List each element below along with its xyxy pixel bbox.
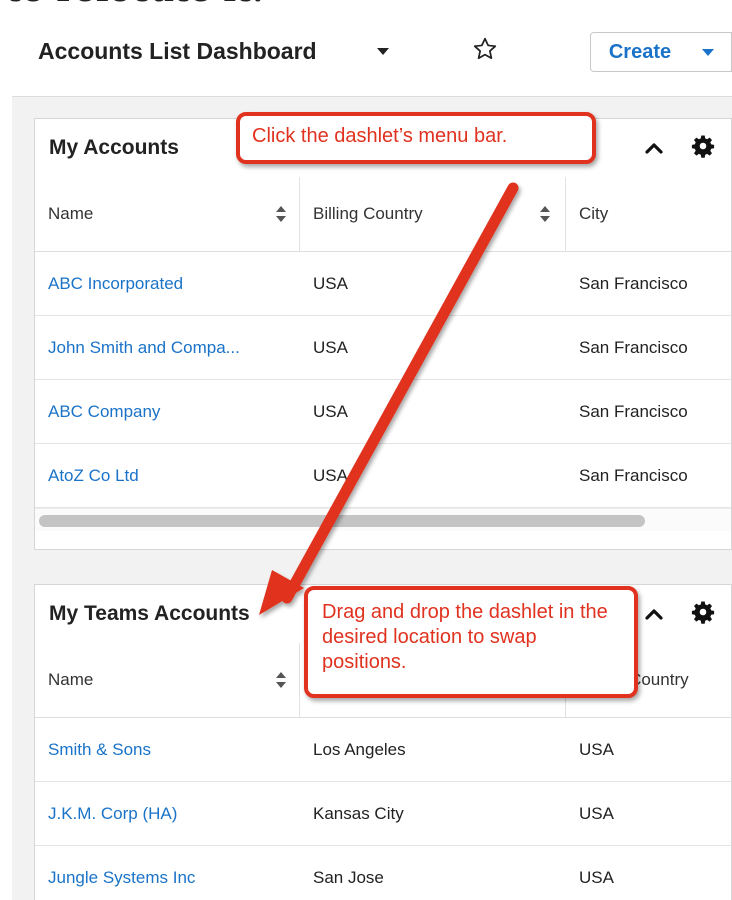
table-row[interactable]: Smith & Sons Los Angeles USA <box>35 718 731 782</box>
column-header-name[interactable]: Name <box>35 177 297 251</box>
table-row[interactable]: AtoZ Co Ltd USA San Francisco <box>35 444 731 508</box>
horizontal-scrollbar[interactable] <box>35 508 731 531</box>
dashlet-title: My Accounts <box>49 136 179 159</box>
star-outline-icon[interactable] <box>472 36 498 62</box>
account-name-link[interactable]: J.K.M. Corp (HA) <box>35 782 300 845</box>
city-cell: Los Angeles <box>313 739 406 759</box>
account-name-link[interactable]: John Smith and Compa... <box>35 316 300 379</box>
account-name-link[interactable]: ABC Company <box>35 380 300 443</box>
account-name-link[interactable]: AtoZ Co Ltd <box>35 444 300 507</box>
city-cell: Kansas City <box>313 803 404 823</box>
dashlet-title: My Teams Accounts <box>49 602 250 625</box>
gear-icon[interactable] <box>691 600 715 624</box>
sort-icon[interactable] <box>275 204 287 224</box>
gear-icon[interactable] <box>691 134 715 158</box>
column-header-name[interactable]: Name <box>35 643 297 717</box>
annotation-callout-drag-drop: Drag and drop the dashlet in the desired… <box>304 586 638 698</box>
city-cell: San Jose <box>313 867 384 887</box>
account-name-link[interactable]: Jungle Systems Inc <box>35 846 300 900</box>
table-row[interactable]: J.K.M. Corp (HA) Kansas City USA <box>35 782 731 846</box>
sort-icon[interactable] <box>539 204 551 224</box>
dashlet-my-accounts[interactable]: My Accounts Name Billing Country City AB… <box>34 118 732 550</box>
account-name-link[interactable]: Smith & Sons <box>35 718 300 781</box>
chevron-up-icon[interactable] <box>643 137 665 159</box>
table-row[interactable]: Jungle Systems Inc San Jose USA <box>35 846 731 900</box>
create-dropdown-button[interactable] <box>689 32 732 72</box>
city-cell: San Francisco <box>579 401 688 421</box>
table-row[interactable]: ABC Incorporated USA San Francisco <box>35 252 731 316</box>
scrollbar-thumb[interactable] <box>39 515 645 527</box>
annotation-callout-menu-bar: Click the dashlet’s menu bar. <box>236 112 596 164</box>
table-row[interactable]: ABC Company USA San Francisco <box>35 380 731 444</box>
billing-country-cell: USA <box>579 739 614 759</box>
sort-icon[interactable] <box>275 670 287 690</box>
billing-country-cell: USA <box>579 867 614 887</box>
billing-country-cell: USA <box>313 273 348 293</box>
city-cell: San Francisco <box>579 465 688 485</box>
billing-country-cell: USA <box>313 401 348 421</box>
city-cell: San Francisco <box>579 273 688 293</box>
create-button[interactable]: Create <box>590 32 690 72</box>
caret-down-icon[interactable] <box>377 48 389 55</box>
table-row[interactable]: John Smith and Compa... USA San Francisc… <box>35 316 731 380</box>
caret-down-icon <box>702 49 714 56</box>
dashboard-title[interactable]: Accounts List Dashboard <box>38 38 317 65</box>
column-header-city[interactable]: City <box>566 177 731 251</box>
billing-country-cell: USA <box>579 803 614 823</box>
billing-country-cell: USA <box>313 337 348 357</box>
billing-country-cell: USA <box>313 465 348 485</box>
column-header-billing-country[interactable]: Billing Country <box>300 177 565 251</box>
dashboard-header: Accounts List Dashboard Create <box>12 14 732 97</box>
column-header-row: Name Billing Country City <box>35 177 731 252</box>
city-cell: San Francisco <box>579 337 688 357</box>
chevron-up-icon[interactable] <box>643 603 665 625</box>
account-name-link[interactable]: ABC Incorporated <box>35 252 300 315</box>
